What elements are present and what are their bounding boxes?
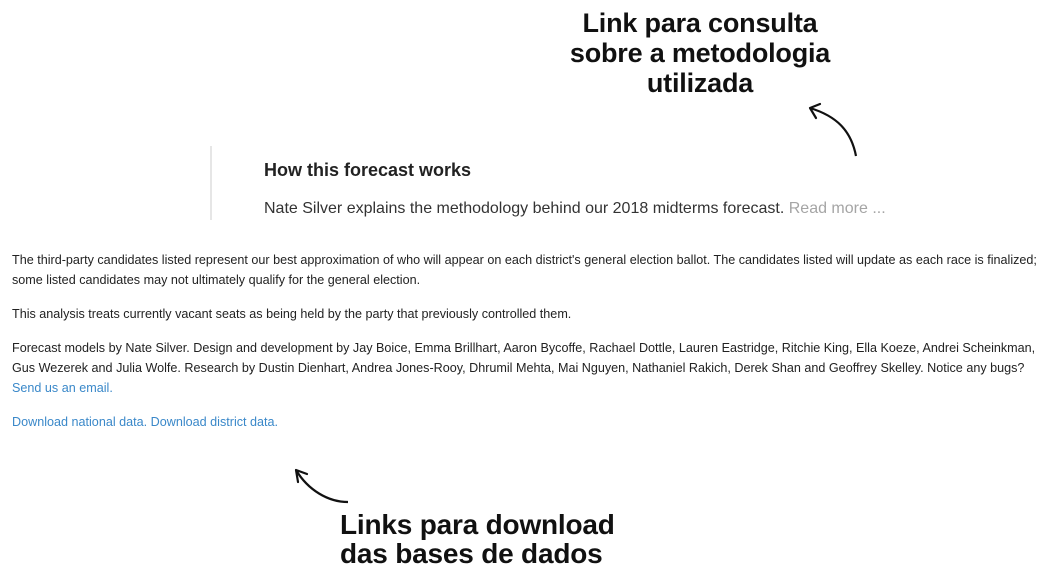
annotation-line: Link para consulta [582, 8, 818, 38]
annotation-line: utilizada [646, 68, 754, 99]
arrow-up-left-icon [294, 468, 349, 504]
download-annotation: Links para download das bases de dados [340, 510, 640, 569]
callout-text: Nate Silver explains the methodology beh… [264, 200, 785, 217]
annotation-line: sobre a metodologia [569, 38, 831, 69]
download-links: Download national data. Download distric… [12, 412, 1046, 432]
callout-description: Nate Silver explains the methodology beh… [264, 200, 886, 218]
methodology-annotation: Link para consulta sobre a metodologia u… [560, 8, 840, 99]
forecast-notes: The third-party candidates listed repres… [12, 250, 1046, 446]
annotation-line: Links para download [340, 509, 615, 540]
download-district-link[interactable]: Download district data. [151, 415, 278, 429]
vacant-seats-note: This analysis treats currently vacant se… [12, 307, 572, 321]
annotation-line: das bases de dados [340, 538, 603, 569]
credits-paragraph: Forecast models by Nate Silver. Design a… [12, 338, 1046, 398]
callout-title: How this forecast works [264, 160, 472, 180]
third-party-note: The third-party candidates listed repres… [12, 253, 1037, 287]
methodology-callout[interactable]: How this forecast works Nate Silver expl… [210, 146, 972, 220]
download-national-link[interactable]: Download national data. [12, 415, 147, 429]
credits-text: Forecast models by Nate Silver. Design a… [12, 341, 1036, 375]
send-email-link[interactable]: Send us an email. [12, 381, 113, 395]
read-more-link[interactable]: Read more ... [789, 200, 886, 217]
